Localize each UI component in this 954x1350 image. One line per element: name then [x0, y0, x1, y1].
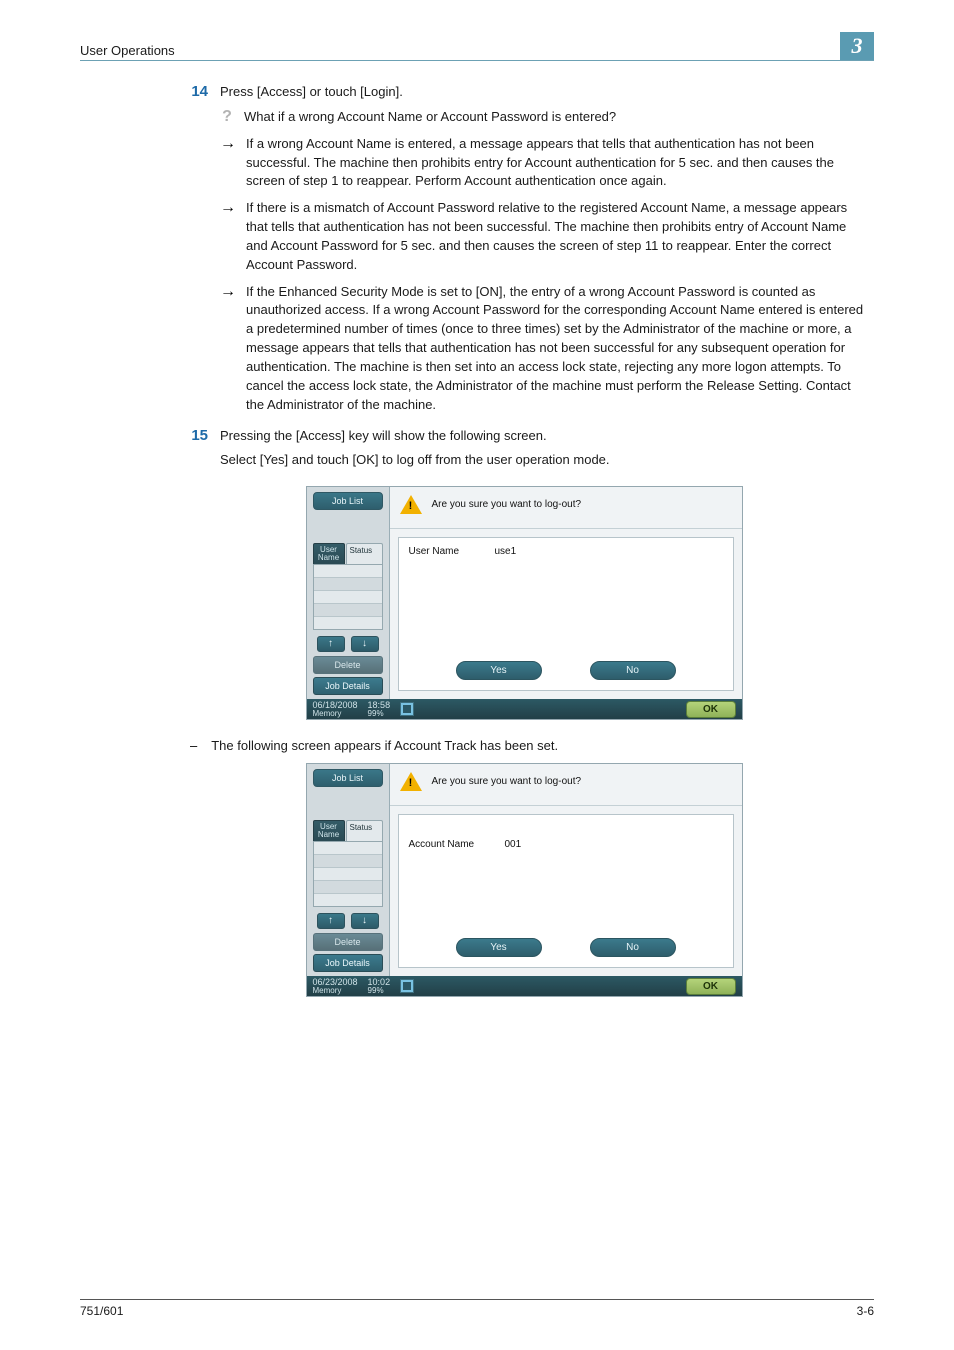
tab-status[interactable]: Status: [346, 820, 383, 841]
nav-up-button[interactable]: ↑: [317, 636, 345, 652]
yes-button[interactable]: Yes: [456, 938, 542, 957]
ok-button[interactable]: OK: [686, 978, 736, 995]
note-text: If there is a mismatch of Account Passwo…: [246, 199, 868, 274]
step-14-question: ? What if a wrong Account Name or Accoun…: [220, 108, 868, 127]
question-icon: ?: [222, 109, 232, 127]
account-name-row: Account Name 001: [409, 839, 723, 850]
device-sidebar: Job List User Name Status ↑: [307, 764, 390, 976]
delete-button[interactable]: Delete: [313, 933, 383, 951]
field-value: 001: [505, 839, 522, 850]
job-list-button[interactable]: Job List: [313, 769, 383, 787]
field-value: use1: [495, 546, 517, 557]
footer-left: 751/601: [80, 1304, 123, 1318]
logout-prompt: Are you sure you want to log-out?: [432, 776, 582, 787]
page-header: User Operations 3: [80, 32, 874, 61]
status-indicator-icon: [400, 702, 414, 716]
section-title: User Operations: [80, 43, 175, 58]
note-text: If a wrong Account Name is entered, a me…: [246, 135, 868, 192]
chapter-badge: 3: [840, 32, 874, 60]
delete-button[interactable]: Delete: [313, 656, 383, 674]
device-main: Are you sure you want to log-out? User N…: [390, 487, 742, 699]
job-row[interactable]: [314, 894, 382, 906]
job-list-button[interactable]: Job List: [313, 492, 383, 510]
user-name-row: User Name use1: [409, 546, 723, 557]
nav-buttons: ↑ ↓: [307, 636, 389, 652]
logout-prompt: Are you sure you want to log-out?: [432, 499, 582, 510]
yes-button[interactable]: Yes: [456, 661, 542, 680]
field-label: User Name: [409, 546, 477, 557]
step-15-dash: – The following screen appears if Accoun…: [190, 738, 868, 753]
device-status-bar: 06/23/2008 Memory 10:02 99% OK: [307, 976, 742, 996]
device-screenshot-2: Job List User Name Status ↑: [306, 763, 743, 997]
field-label: Account Name: [409, 839, 487, 850]
device-sidebar: Job List User Name Status ↑: [307, 487, 390, 699]
status-memory-label: Memory: [313, 710, 358, 718]
step-number: 14: [180, 83, 208, 423]
page-footer: 751/601 3-6: [80, 1299, 874, 1318]
job-row[interactable]: [314, 565, 382, 578]
question-text: What if a wrong Account Name or Account …: [244, 108, 868, 127]
nav-up-button[interactable]: ↑: [317, 913, 345, 929]
arrow-icon: →: [220, 284, 236, 415]
tab-user-name[interactable]: User Name: [313, 820, 345, 841]
arrow-icon: →: [220, 136, 236, 192]
job-row[interactable]: [314, 604, 382, 617]
job-row[interactable]: [314, 617, 382, 629]
job-details-button[interactable]: Job Details: [313, 954, 383, 972]
warning-icon: [400, 495, 422, 514]
device-main: Are you sure you want to log-out? Accoun…: [390, 764, 742, 976]
note-text: If the Enhanced Security Mode is set to …: [246, 283, 868, 415]
device-status-bar: 06/18/2008 Memory 18:58 99% OK: [307, 699, 742, 719]
tab-status[interactable]: Status: [346, 543, 383, 564]
device-screenshot-1: Job List User Name Status ↑: [306, 486, 743, 720]
dash-icon: –: [190, 738, 197, 753]
job-row[interactable]: [314, 591, 382, 604]
sidebar-tabs: User Name Status: [313, 543, 383, 564]
dash-text: The following screen appears if Account …: [211, 738, 868, 753]
step-15: 15 Pressing the [Access] key will show t…: [180, 427, 868, 477]
job-row[interactable]: [314, 868, 382, 881]
job-row[interactable]: [314, 855, 382, 868]
ok-button[interactable]: OK: [686, 701, 736, 718]
step-14-lead: Press [Access] or touch [Login].: [220, 83, 868, 102]
tab-user-name[interactable]: User Name: [313, 543, 345, 564]
step-number: 15: [180, 427, 208, 477]
job-rows: [313, 564, 383, 630]
step-14-note-3: → If the Enhanced Security Mode is set t…: [220, 283, 868, 415]
job-details-button[interactable]: Job Details: [313, 677, 383, 695]
step-15-line1: Pressing the [Access] key will show the …: [220, 427, 868, 446]
status-memory-pct: 99%: [368, 710, 391, 718]
job-rows: [313, 841, 383, 907]
status-indicator-icon: [400, 979, 414, 993]
nav-down-button[interactable]: ↓: [351, 636, 379, 652]
nav-down-button[interactable]: ↓: [351, 913, 379, 929]
step-14-note-2: → If there is a mismatch of Account Pass…: [220, 199, 868, 274]
no-button[interactable]: No: [590, 938, 676, 957]
no-button[interactable]: No: [590, 661, 676, 680]
sidebar-tabs: User Name Status: [313, 820, 383, 841]
warning-icon: [400, 772, 422, 791]
footer-right: 3-6: [857, 1304, 874, 1318]
status-memory-label: Memory: [313, 987, 358, 995]
job-row[interactable]: [314, 842, 382, 855]
job-row[interactable]: [314, 881, 382, 894]
arrow-icon: →: [220, 200, 236, 274]
step-14-note-1: → If a wrong Account Name is entered, a …: [220, 135, 868, 192]
job-row[interactable]: [314, 578, 382, 591]
chapter-number: 3: [852, 33, 863, 59]
step-15-line2: Select [Yes] and touch [OK] to log off f…: [220, 451, 868, 470]
nav-buttons: ↑ ↓: [307, 913, 389, 929]
status-memory-pct: 99%: [368, 987, 391, 995]
step-14: 14 Press [Access] or touch [Login]. ? Wh…: [180, 83, 868, 423]
